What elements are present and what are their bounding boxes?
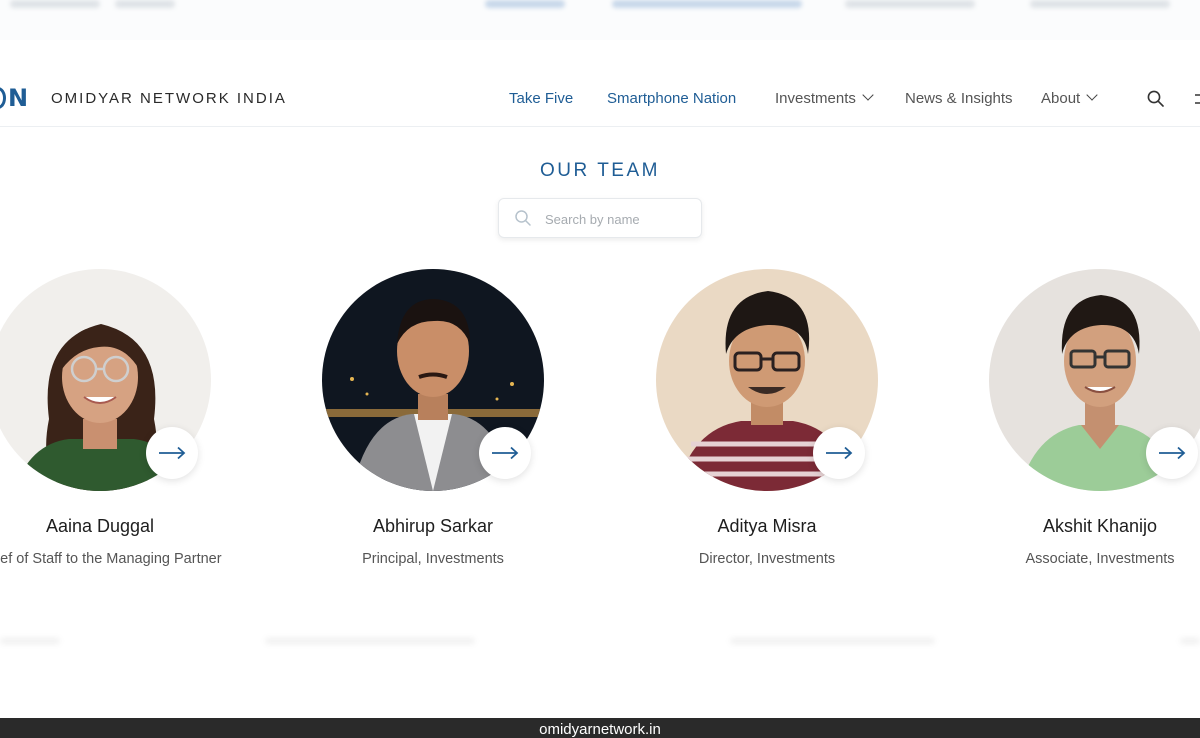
footer-bar: omidyarnetwork.in	[0, 718, 1200, 738]
chevron-down-icon	[862, 89, 874, 101]
card-shadow	[265, 638, 475, 644]
blurred-item	[115, 0, 175, 8]
arrow-right-icon	[492, 446, 519, 460]
nav-smartphone-nation[interactable]: Smartphone Nation	[607, 90, 736, 107]
arrow-right-icon	[826, 446, 853, 460]
blurred-item	[1030, 0, 1170, 8]
profile-arrow-button[interactable]	[813, 427, 865, 479]
profile-arrow-button[interactable]	[146, 427, 198, 479]
nav-investments[interactable]: Investments	[775, 89, 874, 107]
member-name[interactable]: Akshit Khanijo	[949, 516, 1200, 537]
member-role: Director, Investments	[698, 551, 836, 567]
logo-ring-icon	[0, 87, 6, 109]
section-title: OUR TEAM	[540, 160, 660, 181]
top-blurred-strip	[0, 0, 1200, 40]
chevron-down-icon	[1086, 89, 1098, 101]
logo[interactable]: N	[0, 84, 28, 112]
logo-letter: N	[8, 84, 29, 112]
member-name[interactable]: Aaina Duggal	[0, 516, 251, 537]
card-shadow	[0, 638, 60, 644]
card-shadow	[1180, 638, 1200, 644]
nav-about-label: About	[1041, 90, 1081, 107]
menu-icon[interactable]	[1193, 93, 1200, 105]
blurred-item	[845, 0, 975, 8]
nav-about[interactable]: About	[1041, 89, 1098, 107]
search-icon	[515, 210, 531, 226]
nav-investments-label: Investments	[775, 90, 856, 107]
arrow-right-icon	[159, 446, 186, 460]
search-input[interactable]	[543, 208, 697, 230]
profile-arrow-button[interactable]	[479, 427, 531, 479]
card-shadow	[730, 638, 935, 644]
profile-arrow-button[interactable]	[1146, 427, 1198, 479]
member-name[interactable]: Aditya Misra	[616, 516, 918, 537]
member-role: Chief of Staff to the Managing Partner	[0, 551, 222, 567]
blurred-item	[485, 0, 565, 8]
blurred-item	[612, 0, 802, 8]
arrow-right-icon	[1159, 446, 1186, 460]
nav-take-five[interactable]: Take Five	[509, 90, 573, 107]
footer-domain: omidyarnetwork.in	[539, 721, 661, 738]
blurred-item	[10, 0, 100, 8]
brand-name[interactable]: OMIDYAR NETWORK INDIA	[51, 90, 287, 107]
site-header: N OMIDYAR NETWORK INDIA Take Five Smartp…	[0, 70, 1200, 127]
search-icon[interactable]	[1147, 90, 1164, 107]
name-search-box[interactable]	[498, 198, 702, 238]
nav-news-insights[interactable]: News & Insights	[905, 90, 1013, 107]
member-name[interactable]: Abhirup Sarkar	[282, 516, 584, 537]
member-role: Associate, Investments	[1025, 551, 1175, 567]
member-role: Principal, Investments	[362, 551, 504, 567]
